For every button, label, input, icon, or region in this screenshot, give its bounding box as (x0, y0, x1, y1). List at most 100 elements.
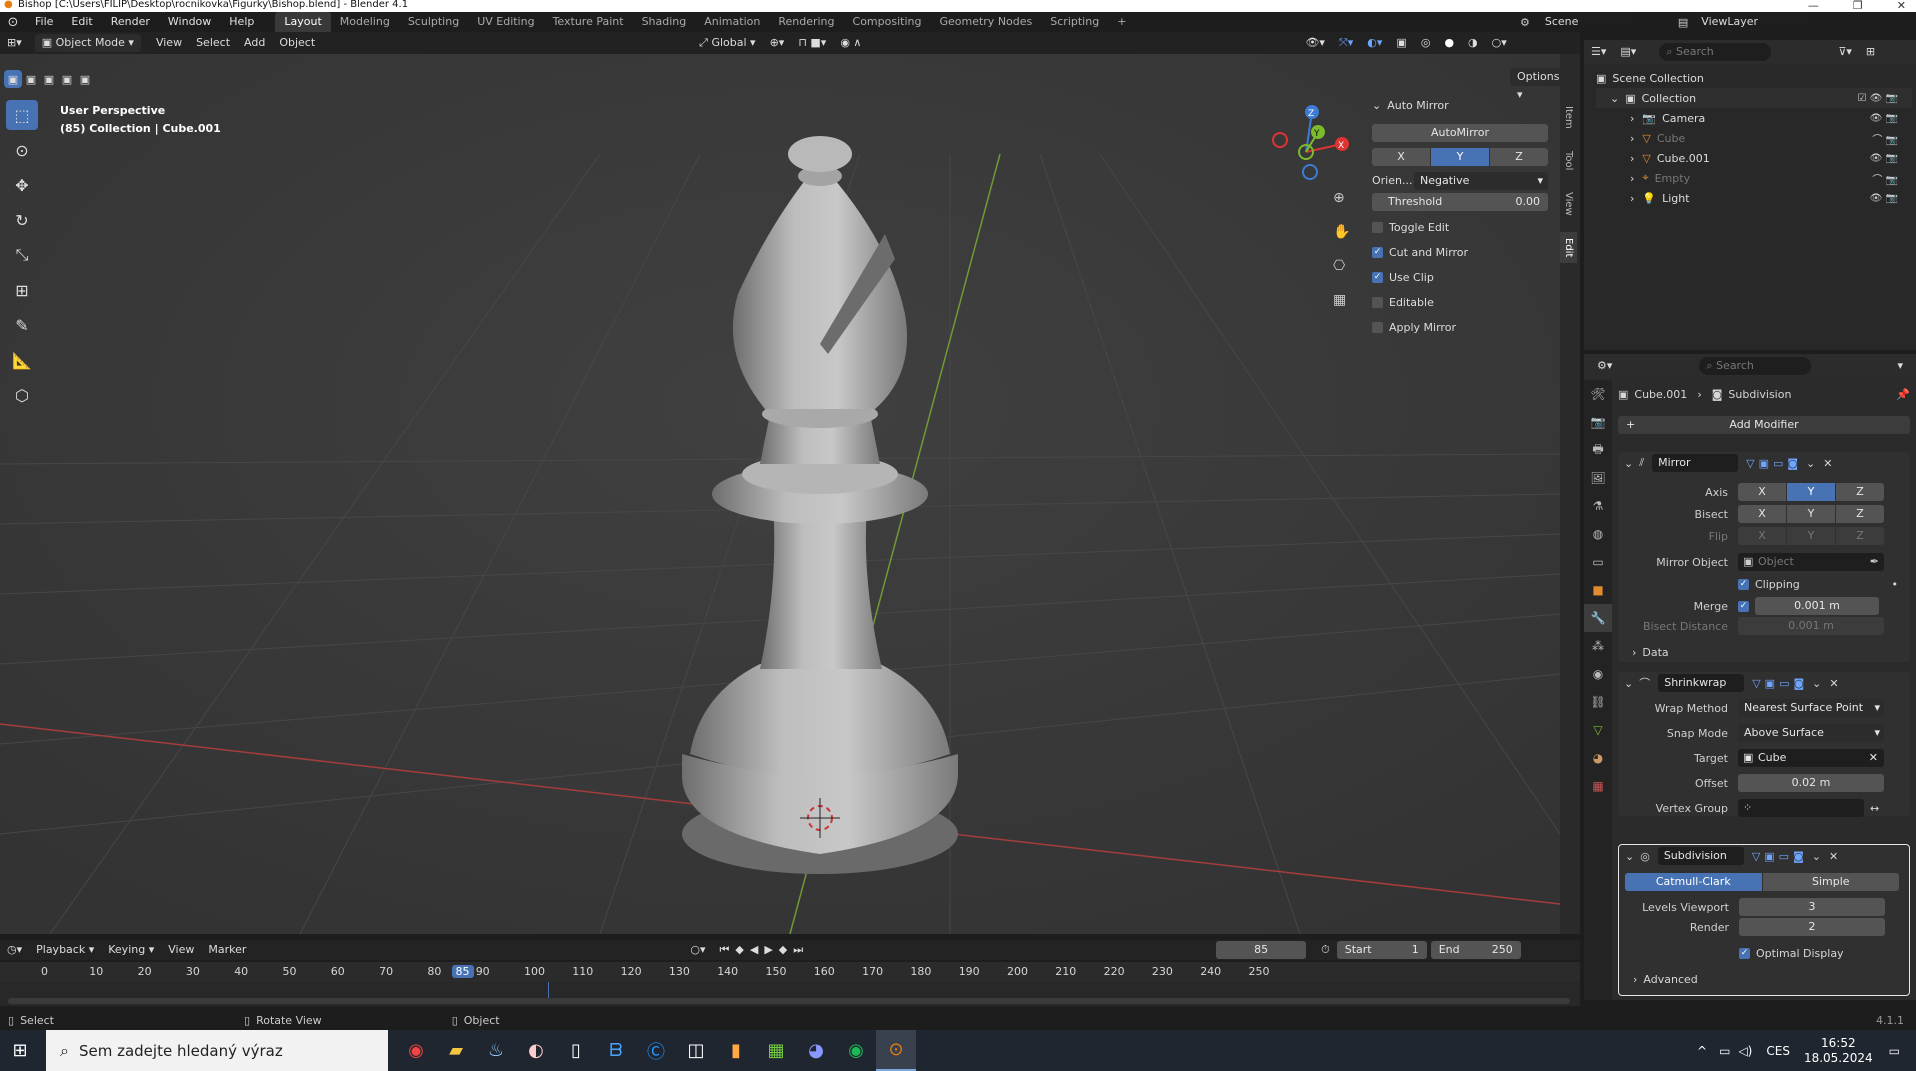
add-cube-icon[interactable]: ⬡ (6, 380, 38, 410)
notifications-icon[interactable]: ▭ (1889, 1044, 1900, 1058)
tool-tab-icon[interactable]: 🛠 (1584, 380, 1612, 408)
orientation-dropdown[interactable]: ⤢ Global ▾ (692, 34, 762, 52)
collapse-chevron-icon[interactable]: ⌄ (1624, 457, 1633, 470)
select-extend-icon[interactable]: ▣ (22, 70, 40, 88)
bisect-z[interactable]: Z (1836, 505, 1884, 523)
invert-vertex-group-icon[interactable]: ↔ (1870, 802, 1879, 815)
texture-tab-icon[interactable]: ▦ (1584, 772, 1612, 800)
expand-chevron-icon[interactable]: › (1630, 112, 1634, 125)
properties-editor-icon[interactable]: ⚙▾ (1590, 357, 1619, 375)
vertex-group-field[interactable]: ⁘ (1738, 799, 1864, 817)
flip-y[interactable]: Y (1787, 527, 1835, 545)
select-intersect-icon[interactable]: ▣ (76, 70, 94, 88)
shading-solid-icon[interactable]: ● (1437, 34, 1461, 52)
outliner-item[interactable]: › 📷 Camera 👁 📷 (1596, 108, 1912, 128)
taskbar-search-input[interactable]: ⌕ Sem zadejte hledaný výraz (46, 1030, 388, 1071)
output-tab-icon[interactable]: 🖶 (1584, 436, 1612, 464)
blender-taskbar-icon[interactable]: ⊙ (876, 1030, 916, 1071)
menu-marker[interactable]: Marker (201, 941, 253, 959)
select-invert-icon[interactable]: ▣ (58, 70, 76, 88)
discord-icon[interactable]: ◕ (796, 1030, 836, 1071)
menu-window[interactable]: Window (159, 12, 220, 32)
epic-games-icon[interactable]: ◫ (676, 1030, 716, 1071)
tab-tool[interactable]: Tool (1560, 145, 1577, 176)
data-subpanel[interactable]: › Data (1618, 642, 1910, 662)
axis-x-button[interactable]: X (1372, 148, 1430, 166)
properties-search-input[interactable]: ⌕ Search (1699, 357, 1812, 375)
optimal-display-checkbox[interactable]: ✓ (1739, 947, 1750, 959)
outliner-editor-icon[interactable]: ☰▾ (1584, 43, 1613, 61)
expand-chevron-icon[interactable]: › (1630, 152, 1634, 165)
toggle-checkbox[interactable]: ✓ (1372, 272, 1383, 283)
subdivision-name-field[interactable]: Subdivision (1657, 847, 1744, 865)
outliner-item[interactable]: › 💡 Light 👁 📷 (1596, 188, 1912, 208)
overlay-toggle-icon[interactable]: ◐▾ (1360, 34, 1389, 52)
tab-rendering[interactable]: Rendering (769, 12, 843, 32)
world-tab-icon[interactable]: ◍ (1584, 520, 1612, 548)
expand-chevron-icon[interactable]: › (1630, 172, 1634, 185)
snap-icon[interactable]: ⊓ ■▾ (791, 34, 833, 52)
playback-controls[interactable]: ⏮◆◀▶◆⏭ (713, 941, 817, 959)
offset-field[interactable]: 0.02 m (1738, 774, 1884, 792)
toggle-editable[interactable]: Editable (1372, 290, 1548, 315)
measure-icon[interactable]: 📐 (6, 345, 38, 375)
select-box-icon[interactable]: ⬚ (6, 100, 38, 130)
gizmo-toggle-icon[interactable]: ⤧▾ (1332, 34, 1360, 52)
mirror-remove-icon[interactable]: ✕ (1823, 457, 1832, 470)
orientation-dropdown[interactable]: Negative ▾ (1414, 171, 1548, 190)
mirror-name-field[interactable]: Mirror (1652, 454, 1739, 472)
preview-range-icon[interactable]: ⏱ (1314, 941, 1337, 959)
tab-sculpting[interactable]: Sculpting (399, 12, 468, 32)
merge-checkbox[interactable]: ✓ (1738, 600, 1749, 612)
app-b-icon[interactable]: ᗷ (596, 1030, 636, 1071)
cursor-icon[interactable]: ⊙ (6, 135, 38, 165)
collapse-chevron-icon[interactable]: ⌄ (1625, 850, 1634, 863)
flip-z[interactable]: Z (1836, 527, 1884, 545)
viewlayer-field[interactable]: ViewLayer (1694, 13, 1815, 31)
mirror-dropdown-icon[interactable]: ⌄ (1806, 457, 1815, 470)
notepad-icon[interactable]: ▯ (556, 1030, 596, 1071)
ortho-grid-icon[interactable]: ▦ (1333, 292, 1346, 308)
tab-texture-paint[interactable]: Texture Paint (544, 12, 633, 32)
display-mode-icon[interactable]: ▤▾ (1613, 43, 1643, 61)
menu-timeline-view[interactable]: View (161, 941, 201, 959)
tab-edit[interactable]: Edit (1560, 231, 1577, 264)
mode-dropdown[interactable]: ▣ Object Mode ▾ (34, 34, 141, 52)
toggle-checkbox[interactable]: ✓ (1372, 247, 1383, 258)
tab-view[interactable]: View (1560, 186, 1577, 222)
menu-help[interactable]: Help (220, 12, 263, 32)
toggle-checkbox[interactable] (1372, 297, 1383, 308)
editor-type-icon[interactable]: ⊞▾ (0, 34, 29, 52)
new-collection-icon[interactable]: ⊞ (1859, 43, 1882, 61)
menu-add[interactable]: Add (237, 34, 272, 52)
toggle-toggle-edit[interactable]: Toggle Edit (1372, 215, 1548, 240)
threshold-field[interactable]: Threshold 0.00 (1372, 193, 1548, 211)
transform-icon[interactable]: ⊞ (6, 275, 38, 305)
render-levels-field[interactable]: 2 (1739, 918, 1885, 936)
axis-z-button[interactable]: Z (1490, 148, 1548, 166)
collapse-chevron-icon[interactable]: ⌄ (1624, 677, 1633, 690)
visibility-toggle-icons[interactable]: ⌒ 📷 (1872, 171, 1898, 186)
pin-icon[interactable]: 📌 (1896, 388, 1910, 401)
auto-mirror-header[interactable]: ⌄ Auto Mirror (1372, 94, 1548, 116)
visibility-toggle-icons[interactable]: 👁 📷 (1870, 153, 1898, 164)
move-icon[interactable]: ✥ (6, 170, 38, 200)
wrap-method-dropdown[interactable]: Nearest Surface Point ▾ (1738, 699, 1884, 717)
menu-view[interactable]: View (149, 34, 189, 52)
tab-shading[interactable]: Shading (633, 12, 696, 32)
target-field[interactable]: ▣ Cube ✕ (1738, 749, 1884, 767)
automirror-button[interactable]: AutoMirror (1372, 124, 1548, 142)
add-modifier-button[interactable]: + Add Modifier (1618, 416, 1910, 434)
annotate-icon[interactable]: ✎ (6, 310, 38, 340)
bisect-y[interactable]: Y (1787, 505, 1835, 523)
axis-y-button[interactable]: Y (1431, 148, 1489, 166)
menu-select[interactable]: Select (189, 34, 237, 52)
clipping-checkbox[interactable]: ✓ (1738, 578, 1749, 590)
menu-object[interactable]: Object (272, 34, 322, 52)
tab-uv-editing[interactable]: UV Editing (468, 12, 543, 32)
clock[interactable]: 16:52 18.05.2024 (1804, 1036, 1873, 1066)
bisect-x[interactable]: X (1738, 505, 1786, 523)
outliner-item[interactable]: › ⌖ Empty ⌒ 📷 (1596, 168, 1912, 188)
particles-tab-icon[interactable]: ⁂ (1584, 632, 1612, 660)
books-icon[interactable]: ▮ (716, 1030, 756, 1071)
